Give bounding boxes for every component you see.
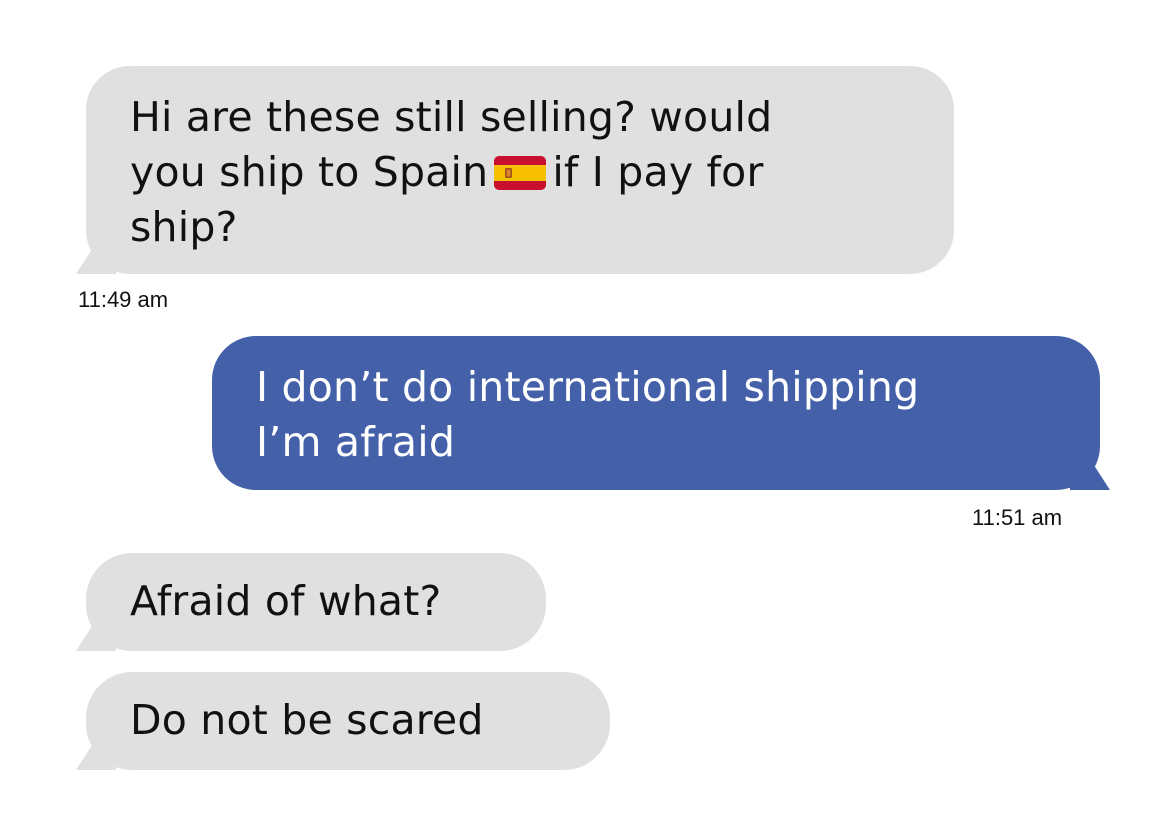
bubble-tail (76, 617, 116, 651)
bubble-tail (1070, 456, 1110, 490)
message-bubble-incoming[interactable]: Afraid of what? (76, 553, 546, 651)
message-line: I don’t do international shipping (256, 363, 920, 411)
message-timestamp: 11:51 am (972, 505, 1063, 530)
chat-thread: Hi are these still selling? would you sh… (0, 0, 1170, 832)
message-bubble-incoming[interactable]: Hi are these still selling? would you sh… (76, 66, 954, 274)
bubble-tail (76, 736, 116, 770)
message-line: ship? (130, 203, 238, 251)
message-fragment: if I pay for (552, 148, 764, 196)
message-bubble-outgoing[interactable]: I don’t do international shipping I’m af… (212, 336, 1110, 490)
message-line: Do not be scared (130, 696, 484, 744)
message-line: you ship to Spain if I pay for (130, 145, 954, 200)
message-line: Afraid of what? (130, 577, 442, 625)
message-fragment: you ship to Spain (130, 148, 489, 196)
message-line: Hi are these still selling? would (130, 93, 773, 141)
message-bubble-incoming[interactable]: Do not be scared (76, 672, 610, 770)
message-timestamp: 11:49 am (78, 287, 169, 312)
message-line: I’m afraid (256, 418, 456, 466)
bubble-tail (76, 240, 116, 274)
spain-flag-icon (494, 156, 547, 190)
